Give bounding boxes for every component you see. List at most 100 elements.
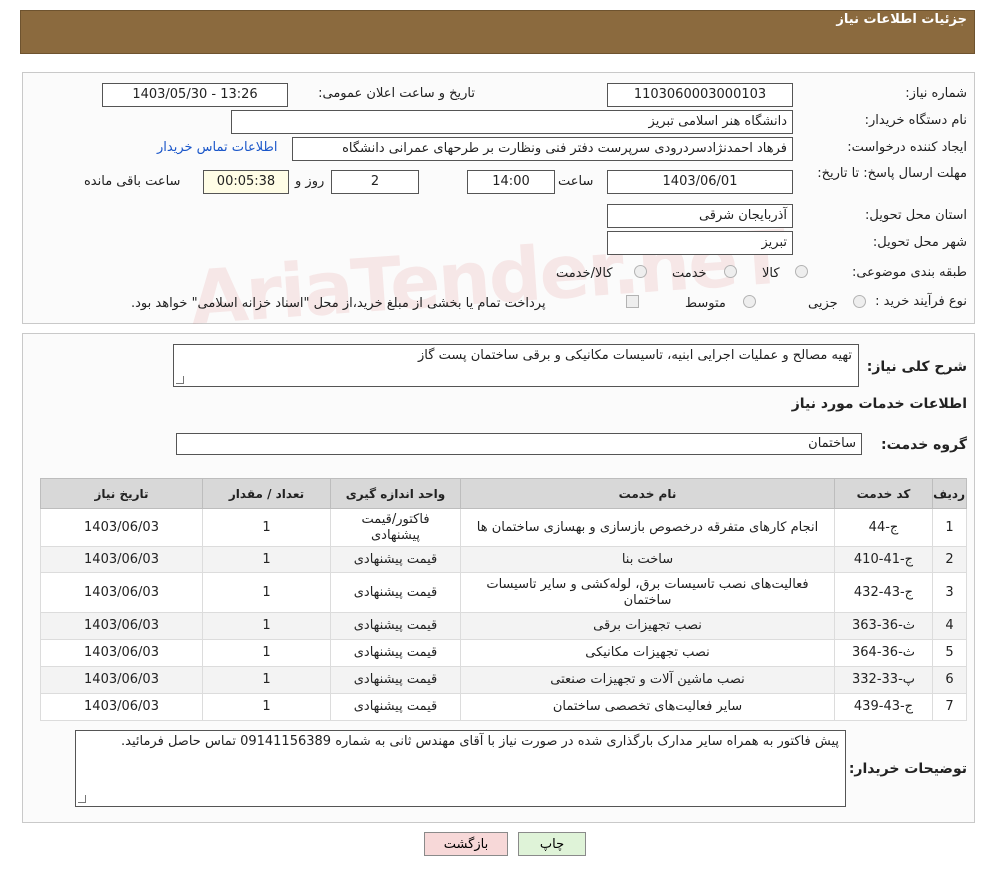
cell-qty: 1 [202,572,331,613]
category-radio-goods[interactable] [795,265,808,278]
contact-info-link[interactable]: اطلاعات تماس خریدار [157,140,277,155]
cell-code: ج-41-410 [834,546,933,573]
cell-qty: 1 [202,546,331,573]
cell-unit: قیمت پیشنهادی [330,639,461,667]
cell-name: نصب تجهیزات مکانیکی [460,639,835,667]
process-option-minor: جزیی [808,296,838,311]
service-group-field: ساختمان [176,433,862,455]
cell-unit: فاکتور/قیمت پیشنهادی [330,508,461,547]
cell-unit: قیمت پیشنهادی [330,693,461,721]
table-row: 7 ج-43-439 سایر فعالیت‌های تخصصی ساختمان… [40,693,967,721]
cell-name: سایر فعالیت‌های تخصصی ساختمان [460,693,835,721]
process-label: نوع فرآیند خرید : [875,294,967,309]
summary-text: تهیه مصالح و عملیات اجرایی ابنیه، تاسیسا… [418,348,852,363]
print-button[interactable]: چاپ [518,832,586,856]
cell-qty: 1 [202,639,331,667]
need-number-field: 1103060003000103 [607,83,793,107]
summary-label: شرح کلی نیاز: [866,359,967,375]
buyer-notes-text: پیش فاکتور به همراه سایر مدارک بارگذاری … [121,734,839,749]
cell-row: 2 [932,546,967,573]
services-section-title: اطلاعات خدمات مورد نیاز [791,396,967,412]
city-label: شهر محل تحویل: [872,235,967,250]
table-row: 3 ج-43-432 فعالیت‌های نصب تاسیسات برق، ل… [40,572,967,613]
cell-name: نصب تجهیزات برقی [460,612,835,640]
days-field: 2 [331,170,419,194]
province-label: استان محل تحویل: [865,208,967,223]
treasury-payment-note: پرداخت تمام یا بخشی از مبلغ خرید،از محل … [131,296,546,311]
back-button[interactable]: بازگشت [424,832,508,856]
cell-date: 1403/06/03 [40,639,203,667]
days-label: روز و [295,174,325,189]
cell-code: ج-43-439 [834,693,933,721]
cell-date: 1403/06/03 [40,572,203,613]
process-radio-minor[interactable] [853,295,866,308]
buyer-notes-label: توضیحات خریدار: [848,761,967,777]
cell-unit: قیمت پیشنهادی [330,666,461,694]
city-field: تبریز [607,231,793,255]
province-field: آذربایجان شرقی [607,204,793,228]
table-row: 1 ج-44 انجام کارهای متفرقه درخصوص بازساز… [40,508,967,547]
resize-handle-icon[interactable] [176,376,184,384]
services-table: ردیف کد خدمت نام خدمت واحد اندازه گیری ت… [40,478,967,721]
summary-textarea[interactable]: تهیه مصالح و عملیات اجرایی ابنیه، تاسیسا… [173,344,859,387]
announce-datetime-field: 1403/05/30 - 13:26 [102,83,288,107]
treasury-payment-checkbox[interactable] [626,295,639,308]
cell-date: 1403/06/03 [40,693,203,721]
remaining-time-field: 00:05:38 [203,170,289,194]
announce-label: تاریخ و ساعت اعلان عمومی: [318,86,475,101]
process-radio-medium[interactable] [743,295,756,308]
cell-code: ج-44 [834,508,933,547]
cell-row: 5 [932,639,967,667]
cell-code: ث-36-363 [834,612,933,640]
deadline-date-field: 1403/06/01 [607,170,793,194]
cell-row: 6 [932,666,967,694]
process-option-medium: متوسط [685,296,726,311]
page-header [20,10,975,54]
cell-qty: 1 [202,693,331,721]
cell-name: فعالیت‌های نصب تاسیسات برق، لوله‌کشی و س… [460,572,835,613]
requester-field: فرهاد احمدنژادسردرودی سرپرست دفتر فنی ون… [292,137,793,161]
col-header-name: نام خدمت [460,478,835,509]
buyer-org-field: دانشگاه هنر اسلامی تبریز [231,110,793,134]
buyer-notes-textarea[interactable]: پیش فاکتور به همراه سایر مدارک بارگذاری … [75,730,846,807]
col-header-row: ردیف [932,478,967,509]
category-radio-service[interactable] [724,265,737,278]
remaining-label: ساعت باقی مانده [84,174,181,189]
cell-code: ث-36-364 [834,639,933,667]
category-radio-goods-service[interactable] [634,265,647,278]
time-label: ساعت [558,174,594,189]
cell-row: 3 [932,572,967,613]
cell-name: نصب ماشین آلات و تجهیزات صنعتی [460,666,835,694]
deadline-label: مهلت ارسال پاسخ: تا تاریخ: [817,166,967,181]
category-option-service: خدمت [672,266,707,281]
page-title: جزئیات اطلاعات نیاز [836,12,967,27]
cell-qty: 1 [202,508,331,547]
cell-row: 7 [932,693,967,721]
cell-unit: قیمت پیشنهادی [330,572,461,613]
cell-row: 1 [932,508,967,547]
cell-unit: قیمت پیشنهادی [330,546,461,573]
cell-qty: 1 [202,666,331,694]
category-option-goods: کالا [762,266,780,281]
col-header-unit: واحد اندازه گیری [330,478,461,509]
category-label: طبقه بندی موضوعی: [851,265,967,280]
table-row: 4 ث-36-363 نصب تجهیزات برقی قیمت پیشنهاد… [40,612,967,640]
table-row: 2 ج-41-410 ساخت بنا قیمت پیشنهادی 1 1403… [40,546,967,573]
col-header-date: تاریخ نیاز [40,478,203,509]
cell-name: انجام کارهای متفرقه درخصوص بازسازی و بهس… [460,508,835,547]
col-header-qty: تعداد / مقدار [202,478,331,509]
table-row: 5 ث-36-364 نصب تجهیزات مکانیکی قیمت پیشن… [40,639,967,667]
cell-qty: 1 [202,612,331,640]
resize-handle-icon[interactable] [78,795,86,803]
cell-date: 1403/06/03 [40,508,203,547]
table-header-row: ردیف کد خدمت نام خدمت واحد اندازه گیری ت… [40,478,967,509]
need-number-label: شماره نیاز: [905,86,967,101]
cell-row: 4 [932,612,967,640]
category-option-goods-service: کالا/خدمت [556,266,613,281]
cell-date: 1403/06/03 [40,666,203,694]
table-row: 6 پ-33-332 نصب ماشین آلات و تجهیزات صنعت… [40,666,967,694]
cell-name: ساخت بنا [460,546,835,573]
cell-code: ج-43-432 [834,572,933,613]
col-header-code: کد خدمت [834,478,933,509]
requester-label: ایجاد کننده درخواست: [847,140,967,155]
